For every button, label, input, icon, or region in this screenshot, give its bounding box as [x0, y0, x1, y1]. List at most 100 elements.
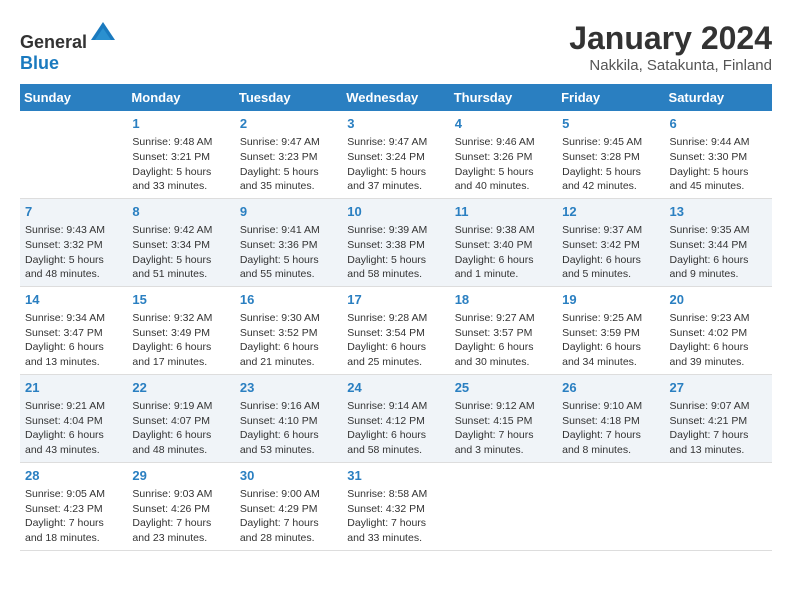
calendar-cell: 3 Sunrise: 9:47 AMSunset: 3:24 PMDaylight… [342, 111, 449, 198]
day-number: 2 [240, 115, 337, 133]
col-header-thursday: Thursday [450, 84, 557, 111]
calendar-cell [450, 462, 557, 550]
week-row-3: 21 Sunrise: 9:21 AMSunset: 4:04 PMDayligh… [20, 374, 772, 462]
day-number: 12 [562, 203, 659, 221]
calendar-cell [665, 462, 772, 550]
col-header-monday: Monday [127, 84, 234, 111]
calendar-cell: 20Sunrise: 9:23 AMSunset: 4:02 PMDayligh… [665, 286, 772, 374]
day-number: 28 [25, 467, 122, 485]
day-info: Sunrise: 9:41 AMSunset: 3:36 PMDaylight:… [240, 223, 337, 282]
calendar-table: SundayMondayTuesdayWednesdayThursdayFrid… [20, 84, 772, 551]
calendar-cell: 26Sunrise: 9:10 AMSunset: 4:18 PMDayligh… [557, 374, 664, 462]
header-row: SundayMondayTuesdayWednesdayThursdayFrid… [20, 84, 772, 111]
logo-icon [89, 20, 117, 48]
calendar-cell: 10Sunrise: 9:39 AMSunset: 3:38 PMDayligh… [342, 198, 449, 286]
day-info: Sunrise: 9:47 AMSunset: 3:24 PMDaylight:… [347, 135, 444, 194]
day-number: 16 [240, 291, 337, 309]
calendar-cell: 21 Sunrise: 9:21 AMSunset: 4:04 PMDayligh… [20, 374, 127, 462]
logo: General Blue [20, 20, 117, 74]
calendar-cell: 1 Sunrise: 9:48 AMSunset: 3:21 PMDaylight… [127, 111, 234, 198]
calendar-cell: 18Sunrise: 9:27 AMSunset: 3:57 PMDayligh… [450, 286, 557, 374]
day-info: Sunrise: 9:47 AMSunset: 3:23 PMDaylight:… [240, 135, 337, 194]
day-number: 8 [132, 203, 229, 221]
day-info: Sunrise: 9:43 AMSunset: 3:32 PMDaylight:… [25, 223, 122, 282]
col-header-friday: Friday [557, 84, 664, 111]
day-number: 31 [347, 467, 444, 485]
week-row-1: 7 Sunrise: 9:43 AMSunset: 3:32 PMDaylight… [20, 198, 772, 286]
calendar-cell: 22 Sunrise: 9:19 AMSunset: 4:07 PMDayligh… [127, 374, 234, 462]
day-number: 26 [562, 379, 659, 397]
week-row-0: 1 Sunrise: 9:48 AMSunset: 3:21 PMDaylight… [20, 111, 772, 198]
logo-text: General Blue [20, 20, 117, 74]
day-info: Sunrise: 9:00 AMSunset: 4:29 PMDaylight:… [240, 487, 337, 546]
day-number: 13 [670, 203, 767, 221]
day-number: 3 [347, 115, 444, 133]
day-info: Sunrise: 9:35 AMSunset: 3:44 PMDaylight:… [670, 223, 767, 282]
day-info: Sunrise: 9:07 AMSunset: 4:21 PMDaylight:… [670, 399, 767, 458]
day-number: 29 [132, 467, 229, 485]
day-number: 7 [25, 203, 122, 221]
calendar-cell [557, 462, 664, 550]
calendar-cell: 6 Sunrise: 9:44 AMSunset: 3:30 PMDaylight… [665, 111, 772, 198]
calendar-cell: 25 Sunrise: 9:12 AMSunset: 4:15 PMDayligh… [450, 374, 557, 462]
day-info: Sunrise: 9:48 AMSunset: 3:21 PMDaylight:… [132, 135, 229, 194]
day-number: 14 [25, 291, 122, 309]
week-row-2: 14 Sunrise: 9:34 AMSunset: 3:47 PMDayligh… [20, 286, 772, 374]
calendar-cell: 19 Sunrise: 9:25 AMSunset: 3:59 PMDayligh… [557, 286, 664, 374]
logo-blue: Blue [20, 53, 59, 73]
day-info: Sunrise: 9:32 AMSunset: 3:49 PMDaylight:… [132, 311, 229, 370]
day-number: 9 [240, 203, 337, 221]
day-info: Sunrise: 9:28 AMSunset: 3:54 PMDaylight:… [347, 311, 444, 370]
day-number: 6 [670, 115, 767, 133]
day-number: 1 [132, 115, 229, 133]
day-number: 23 [240, 379, 337, 397]
calendar-cell: 5 Sunrise: 9:45 AMSunset: 3:28 PMDaylight… [557, 111, 664, 198]
calendar-cell: 15 Sunrise: 9:32 AMSunset: 3:49 PMDayligh… [127, 286, 234, 374]
day-info: Sunrise: 9:19 AMSunset: 4:07 PMDaylight:… [132, 399, 229, 458]
calendar-cell: 24Sunrise: 9:14 AMSunset: 4:12 PMDayligh… [342, 374, 449, 462]
calendar-cell: 9 Sunrise: 9:41 AMSunset: 3:36 PMDaylight… [235, 198, 342, 286]
calendar-cell: 4Sunrise: 9:46 AMSunset: 3:26 PMDaylight… [450, 111, 557, 198]
calendar-cell: 12 Sunrise: 9:37 AMSunset: 3:42 PMDayligh… [557, 198, 664, 286]
day-info: Sunrise: 8:58 AMSunset: 4:32 PMDaylight:… [347, 487, 444, 546]
calendar-cell: 16 Sunrise: 9:30 AMSunset: 3:52 PMDayligh… [235, 286, 342, 374]
day-info: Sunrise: 9:27 AMSunset: 3:57 PMDaylight:… [455, 311, 552, 370]
day-number: 25 [455, 379, 552, 397]
day-info: Sunrise: 9:25 AMSunset: 3:59 PMDaylight:… [562, 311, 659, 370]
col-header-wednesday: Wednesday [342, 84, 449, 111]
col-header-tuesday: Tuesday [235, 84, 342, 111]
calendar-cell: 27 Sunrise: 9:07 AMSunset: 4:21 PMDayligh… [665, 374, 772, 462]
day-number: 19 [562, 291, 659, 309]
day-number: 27 [670, 379, 767, 397]
calendar-cell: 14 Sunrise: 9:34 AMSunset: 3:47 PMDayligh… [20, 286, 127, 374]
page-header: General Blue January 2024 Nakkila, Satak… [20, 20, 772, 74]
calendar-cell: 31 Sunrise: 8:58 AMSunset: 4:32 PMDayligh… [342, 462, 449, 550]
day-info: Sunrise: 9:12 AMSunset: 4:15 PMDaylight:… [455, 399, 552, 458]
day-info: Sunrise: 9:44 AMSunset: 3:30 PMDaylight:… [670, 135, 767, 194]
col-header-saturday: Saturday [665, 84, 772, 111]
calendar-cell: 28Sunrise: 9:05 AMSunset: 4:23 PMDayligh… [20, 462, 127, 550]
day-info: Sunrise: 9:42 AMSunset: 3:34 PMDaylight:… [132, 223, 229, 282]
day-number: 4 [455, 115, 552, 133]
day-number: 11 [455, 203, 552, 221]
day-number: 21 [25, 379, 122, 397]
day-info: Sunrise: 9:23 AMSunset: 4:02 PMDaylight:… [670, 311, 767, 370]
title-block: January 2024 Nakkila, Satakunta, Finland [569, 20, 772, 74]
col-header-sunday: Sunday [20, 84, 127, 111]
day-number: 22 [132, 379, 229, 397]
day-number: 15 [132, 291, 229, 309]
logo-general: General [20, 32, 87, 52]
day-info: Sunrise: 9:37 AMSunset: 3:42 PMDaylight:… [562, 223, 659, 282]
calendar-cell: 17Sunrise: 9:28 AMSunset: 3:54 PMDayligh… [342, 286, 449, 374]
day-info: Sunrise: 9:30 AMSunset: 3:52 PMDaylight:… [240, 311, 337, 370]
day-info: Sunrise: 9:34 AMSunset: 3:47 PMDaylight:… [25, 311, 122, 370]
day-number: 5 [562, 115, 659, 133]
main-title: January 2024 [569, 20, 772, 57]
calendar-cell: 23Sunrise: 9:16 AMSunset: 4:10 PMDayligh… [235, 374, 342, 462]
day-number: 24 [347, 379, 444, 397]
day-info: Sunrise: 9:45 AMSunset: 3:28 PMDaylight:… [562, 135, 659, 194]
calendar-cell: 13 Sunrise: 9:35 AMSunset: 3:44 PMDayligh… [665, 198, 772, 286]
day-info: Sunrise: 9:21 AMSunset: 4:04 PMDaylight:… [25, 399, 122, 458]
calendar-cell: 2 Sunrise: 9:47 AMSunset: 3:23 PMDaylight… [235, 111, 342, 198]
calendar-cell: 7 Sunrise: 9:43 AMSunset: 3:32 PMDaylight… [20, 198, 127, 286]
